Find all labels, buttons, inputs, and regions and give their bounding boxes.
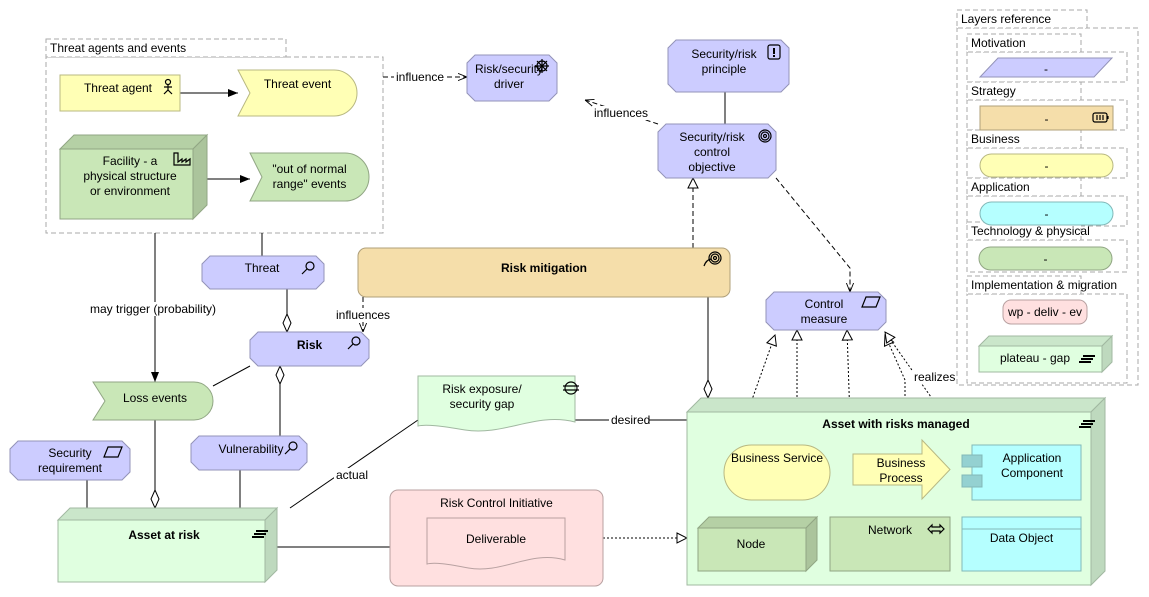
loss-events[interactable]: Loss events bbox=[92, 381, 214, 421]
label-influence: influence bbox=[396, 70, 444, 84]
label-realizes: realizes bbox=[914, 370, 955, 384]
layer-sample-implementation[interactable]: wp - deliv - ev bbox=[1002, 299, 1088, 325]
layer-sample-strategy-label: - bbox=[1045, 112, 1049, 126]
data-object-label: Data Object bbox=[990, 531, 1054, 545]
layer-sample-strategy[interactable]: - bbox=[979, 105, 1114, 131]
threat-agent-label: Threat agent bbox=[84, 81, 153, 95]
layer-sample-business-label: - bbox=[1045, 159, 1049, 173]
group-layers-reference-label: Layers reference bbox=[961, 12, 1051, 26]
out-of-normal-range-events-label: "out of normal range" events bbox=[272, 162, 346, 191]
risk[interactable]: Risk bbox=[249, 331, 370, 367]
network[interactable]: Network bbox=[829, 516, 951, 572]
application-component-label: Application Component bbox=[1001, 451, 1064, 480]
threat-label: Threat bbox=[245, 261, 280, 275]
layer-sample-motivation[interactable]: - bbox=[978, 57, 1114, 78]
layer-sample-plateau-label: plateau - gap bbox=[1000, 351, 1070, 365]
layer-sample-motivation-label: - bbox=[1044, 62, 1048, 76]
risk-exposure-security-gap-label: Risk exposure/security gap bbox=[442, 382, 522, 411]
vulnerability-label: Vulnerability bbox=[219, 442, 284, 456]
layer-sample-technology-label: - bbox=[1044, 252, 1048, 266]
group-motivation-label: Motivation bbox=[971, 36, 1026, 50]
facility[interactable]: Facility - a physical structure or environ… bbox=[58, 133, 209, 221]
security-risk-control-objective[interactable]: Security/risk control objective bbox=[657, 123, 777, 179]
risk-security-driver[interactable]: Risk/security driver bbox=[466, 54, 558, 102]
layer-sample-plateau[interactable]: plateau - gap bbox=[977, 334, 1114, 374]
asset-at-risk-label: Asset at risk bbox=[128, 528, 200, 542]
business-service-label: Business Service bbox=[731, 451, 823, 465]
asset-with-risks-managed-label: Asset with risks managed bbox=[822, 417, 969, 431]
threat-event[interactable]: Threat event bbox=[237, 69, 358, 117]
vulnerability[interactable]: Vulnerability bbox=[190, 435, 308, 471]
label-influences-risk: influences bbox=[336, 308, 390, 322]
application-component[interactable]: Application Component bbox=[961, 444, 1082, 501]
security-requirement[interactable]: Security requirement bbox=[9, 440, 131, 481]
layer-sample-business[interactable]: - bbox=[979, 153, 1114, 178]
label-desired: desired bbox=[611, 413, 650, 427]
group-business-label: Business bbox=[971, 132, 1020, 146]
influence-objective-measure[interactable] bbox=[775, 177, 850, 292]
risk-mitigation[interactable]: Risk mitigation bbox=[357, 247, 731, 298]
threat[interactable]: Threat bbox=[201, 255, 325, 290]
group-application-label: Application bbox=[971, 180, 1030, 194]
threat-event-label: Threat event bbox=[264, 77, 332, 91]
archimate-diagram: Threat agents and events Layers reference… bbox=[9, 9, 1139, 587]
group-strategy-label: Strategy bbox=[971, 84, 1016, 98]
association-risk-loss[interactable] bbox=[212, 365, 251, 387]
risk-control-initiative-label: Risk Control Initiative bbox=[440, 496, 553, 510]
loss-events-label: Loss events bbox=[123, 391, 187, 405]
control-measure[interactable]: Control measure bbox=[765, 291, 887, 331]
label-influences-driver: influences bbox=[594, 106, 648, 120]
business-service[interactable]: Business Service bbox=[723, 444, 831, 501]
layer-sample-implementation-label: wp - deliv - ev bbox=[1007, 305, 1082, 319]
risk-exposure-security-gap[interactable]: Risk exposure/security gap bbox=[417, 375, 579, 432]
out-of-normal-range-events[interactable]: "out of normal range" events bbox=[249, 152, 370, 202]
control-measure-label: Control measure bbox=[801, 297, 848, 326]
risk-label: Risk bbox=[297, 338, 323, 352]
node[interactable]: Node bbox=[696, 515, 819, 573]
security-risk-principle[interactable]: Security/risk principle bbox=[667, 39, 790, 93]
data-object[interactable]: Data Object bbox=[961, 516, 1082, 572]
business-process-label: Business Process bbox=[877, 456, 926, 485]
network-label: Network bbox=[868, 523, 913, 537]
deliverable-label: Deliverable bbox=[466, 532, 526, 546]
asset-at-risk[interactable]: Asset at risk bbox=[56, 506, 279, 584]
label-actual: actual bbox=[336, 468, 368, 482]
layer-sample-technology[interactable]: - bbox=[978, 246, 1113, 271]
layer-sample-application-label: - bbox=[1045, 207, 1049, 221]
node-label: Node bbox=[737, 537, 766, 551]
layer-sample-application[interactable]: - bbox=[979, 201, 1114, 226]
group-implementation-label: Implementation & migration bbox=[971, 278, 1117, 292]
group-technology-label: Technology & physical bbox=[971, 224, 1090, 238]
label-may-trigger: may trigger (probability) bbox=[90, 302, 216, 316]
risk-mitigation-label: Risk mitigation bbox=[501, 261, 587, 275]
driver-icon bbox=[535, 59, 549, 73]
group-threat-agents-label: Threat agents and events bbox=[50, 41, 186, 55]
threat-agent[interactable]: Threat agent bbox=[59, 74, 181, 112]
